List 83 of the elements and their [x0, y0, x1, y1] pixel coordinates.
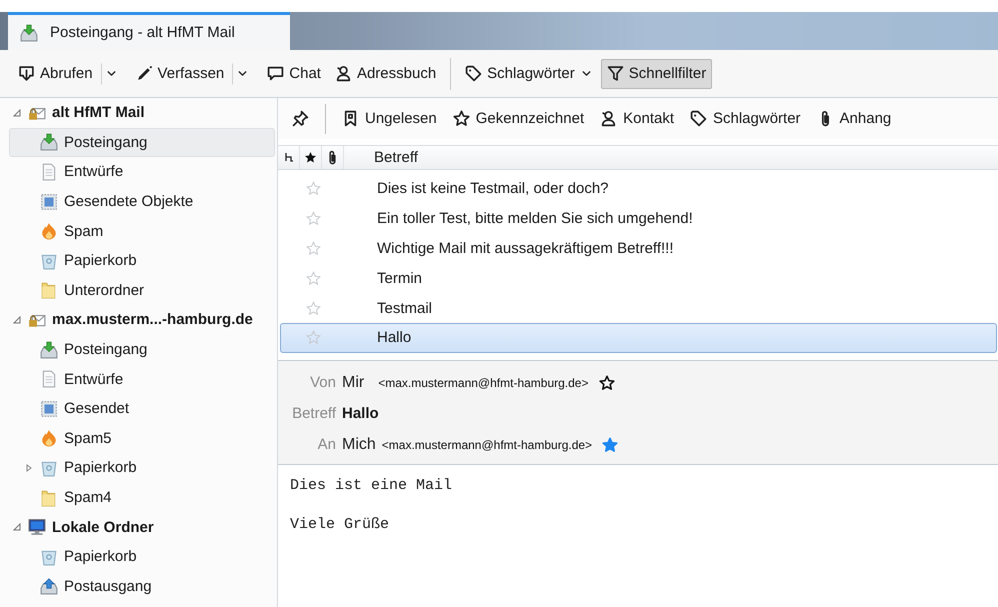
flame-icon [40, 429, 58, 448]
folder-item[interactable]: Entwürfe [9, 157, 275, 187]
folder-item[interactable]: Lokale Ordner [9, 512, 275, 542]
message-subject: Dies ist keine Testmail, oder doch? [377, 180, 609, 198]
toolbar-button[interactable]: Verfassen [130, 58, 230, 88]
folder-item[interactable]: Spam5 [9, 424, 275, 454]
twisty-icon[interactable] [25, 464, 33, 472]
pin-icon [292, 110, 309, 127]
toolbar-button[interactable]: Schnellfilter [600, 58, 712, 88]
star-icon[interactable] [602, 436, 618, 452]
email-address: <max.mustermann@hfmt-hamburg.de> [378, 376, 588, 390]
folder-item[interactable]: Entwürfe [9, 364, 275, 394]
stamp-icon [40, 192, 58, 211]
message-row[interactable]: Termin [280, 263, 997, 294]
monitor-icon [28, 518, 46, 536]
folder-item[interactable]: Posteingang [9, 128, 275, 158]
message-subject: Testmail [377, 300, 432, 317]
toolbar-button[interactable]: Schlagwörter [459, 58, 599, 88]
message-subject: Hallo [377, 329, 412, 346]
body-text: Dies ist eine Mail [290, 477, 454, 494]
email-address: <max.mustermann@hfmt-hamburg.de> [382, 438, 592, 452]
message-row[interactable]: Ein toller Test, bitte melden Sie sich umgehend! [280, 204, 997, 234]
twisty-icon[interactable] [13, 523, 21, 532]
folder-item[interactable]: Papierkorb [9, 453, 275, 483]
stamp-icon [40, 400, 58, 418]
download-icon [18, 65, 35, 82]
message-subject: Ein toller Test, bitte melden Sie sich umgehend! [377, 210, 693, 228]
tag-icon [465, 65, 482, 82]
folder-item[interactable]: Gesendete Objekte [9, 186, 275, 216]
person-icon [334, 65, 352, 82]
thread-icon [284, 152, 294, 164]
twisty-icon[interactable] [13, 316, 21, 324]
inbox-tray-icon [20, 24, 38, 42]
star-icon[interactable] [598, 374, 614, 390]
filter-button[interactable]: Anhang [812, 107, 896, 130]
document-icon [40, 370, 58, 388]
folder-item[interactable]: Papierkorb [9, 542, 275, 572]
field-label: Von [309, 374, 336, 391]
message-subject: Wichtige Mail mit aussagekräftigem Betreff!!! [377, 240, 674, 257]
document-icon [40, 162, 58, 181]
chat-icon [267, 65, 284, 82]
folder-item[interactable]: Spam [9, 216, 275, 246]
outbox-tray-icon [40, 577, 58, 596]
inbox-tray-icon [40, 133, 58, 152]
filter-button[interactable]: Kontakt [596, 107, 678, 130]
star-icon [304, 151, 317, 164]
filter-button[interactable]: Ungelesen [338, 107, 441, 130]
twisty-icon[interactable] [13, 108, 21, 117]
pencil-icon [136, 65, 153, 82]
filter-button[interactable]: Gekennzeichnet [448, 107, 588, 130]
folder-item[interactable]: Postausgang [9, 572, 275, 602]
inbox-tray-icon [40, 340, 58, 359]
folder-item[interactable]: alt HfMT Mail [9, 98, 275, 128]
message-row[interactable]: Testmail [280, 293, 997, 323]
folder-item[interactable]: Posteingang [9, 334, 275, 364]
star-icon [452, 110, 470, 127]
folder-icon [40, 281, 58, 300]
flame-icon [40, 222, 58, 240]
toolbar-button[interactable]: Adressbuch [328, 58, 442, 88]
filter-button[interactable]: Schlagwörter [686, 107, 805, 130]
folder-item[interactable]: Gesendet [9, 394, 275, 424]
tag-icon [690, 110, 707, 127]
body-text: Viele Grüße [290, 516, 390, 533]
message-row[interactable]: Hallo [280, 322, 997, 353]
message-subject: Termin [377, 270, 422, 287]
toolbar-button[interactable]: Abrufen [12, 58, 99, 88]
recipient-name: Mich [342, 436, 376, 454]
folder-item[interactable]: Unterordner [9, 276, 275, 306]
message-row[interactable]: Wichtige Mail mit aussagekräftigem Betreff!!! [280, 234, 997, 264]
folder-icon [40, 488, 58, 507]
field-label: An [316, 436, 336, 453]
person-icon [600, 110, 618, 127]
folder-item[interactable]: Papierkorb [9, 246, 275, 276]
window-tab[interactable]: Posteingang - alt HfMT Mail [8, 12, 290, 50]
bookmark-icon [342, 110, 359, 127]
field-label: Betreff [291, 405, 336, 422]
folder-item[interactable]: max.musterm...-hamburg.de [9, 305, 275, 335]
toolbar-button[interactable]: Chat [261, 58, 327, 88]
subject-text: Hallo [342, 405, 379, 422]
funnel-icon [606, 65, 624, 82]
message-row[interactable]: Dies ist keine Testmail, oder doch? [280, 174, 997, 204]
sender-name: Mir [342, 374, 364, 392]
folder-item[interactable]: Spam4 [9, 482, 275, 512]
